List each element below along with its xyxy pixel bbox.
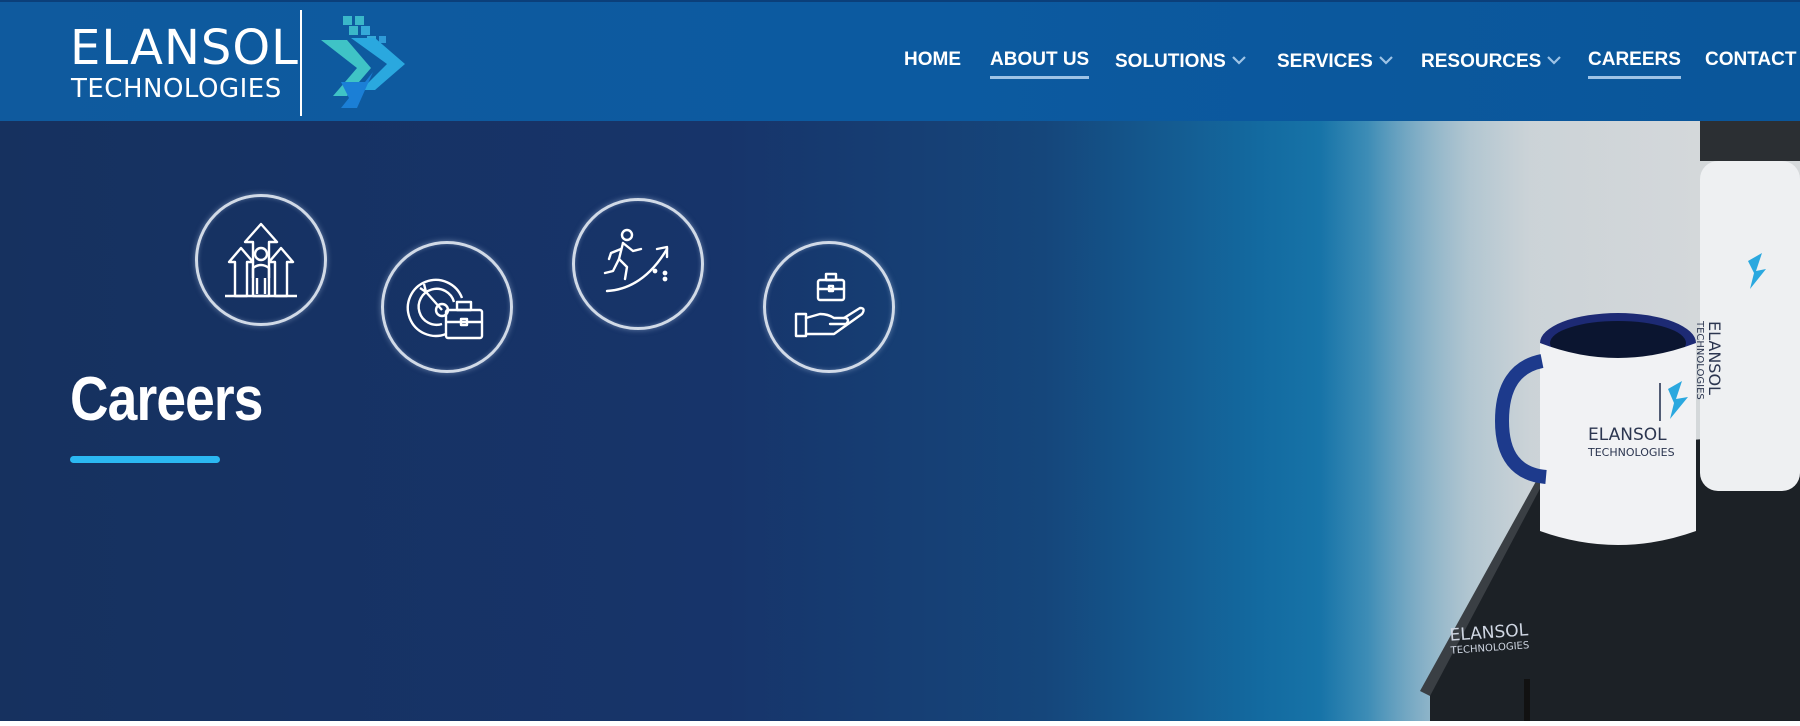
bottle-logo-line2: TECHNOLOGIES (1694, 321, 1705, 400)
nav-home[interactable]: HOME (904, 49, 961, 71)
nav-careers-label: CAREERS (1588, 49, 1681, 70)
notebook-logo-text: ELANSOL TECHNOLOGIES (1449, 620, 1530, 656)
nav-solutions[interactable]: SOLUTIONS (1115, 49, 1246, 73)
mug-logo-line1: ELANSOL (1588, 425, 1667, 445)
bottle-logo-text: ELANSOL TECHNOLOGIES (1694, 321, 1724, 400)
chevron-down-icon (1232, 49, 1246, 71)
growth-arrows-person-icon (195, 194, 327, 326)
chevron-down-icon (1547, 49, 1562, 71)
mug-logo-line2: TECHNOLOGIES (1588, 446, 1675, 459)
main-navigation: HOME ABOUT US SOLUTIONS SERVICES RESOURC… (0, 2, 1800, 123)
nav-careers[interactable]: CAREERS (1588, 49, 1681, 79)
nav-contact-label: CONTACT (1705, 49, 1797, 70)
target-briefcase-icon (381, 241, 513, 373)
nav-solutions-label: SOLUTIONS (1115, 51, 1226, 72)
site-header: ELANSOL TECHNOLOGIES HOME ABOUT US SOLUT… (0, 0, 1800, 121)
nav-services[interactable]: SERVICES (1277, 49, 1393, 73)
nav-contact[interactable]: CONTACT (1705, 49, 1796, 71)
page-title: Careers (70, 365, 263, 434)
mug-logo-text: ELANSOL TECHNOLOGIES (1588, 425, 1675, 459)
chevron-down-icon (1378, 49, 1393, 71)
career-climb-icon (572, 198, 704, 330)
bottle-logo-line1: ELANSOL (1705, 321, 1724, 395)
nav-resources-label: RESOURCES (1421, 51, 1542, 72)
hero-bottom-border (0, 721, 1800, 726)
nav-home-label: HOME (904, 49, 961, 70)
nav-services-label: SERVICES (1277, 51, 1373, 72)
hand-briefcase-icon (763, 241, 895, 373)
nav-about-us[interactable]: ABOUT US (990, 49, 1090, 79)
careers-hero-banner: Careers ELANSOL TECHNOLOGIES ELANSOL TEC… (0, 121, 1800, 721)
title-underline-accent (70, 456, 220, 463)
nav-resources[interactable]: RESOURCES (1421, 49, 1562, 73)
nav-about-us-label: ABOUT US (990, 49, 1090, 70)
